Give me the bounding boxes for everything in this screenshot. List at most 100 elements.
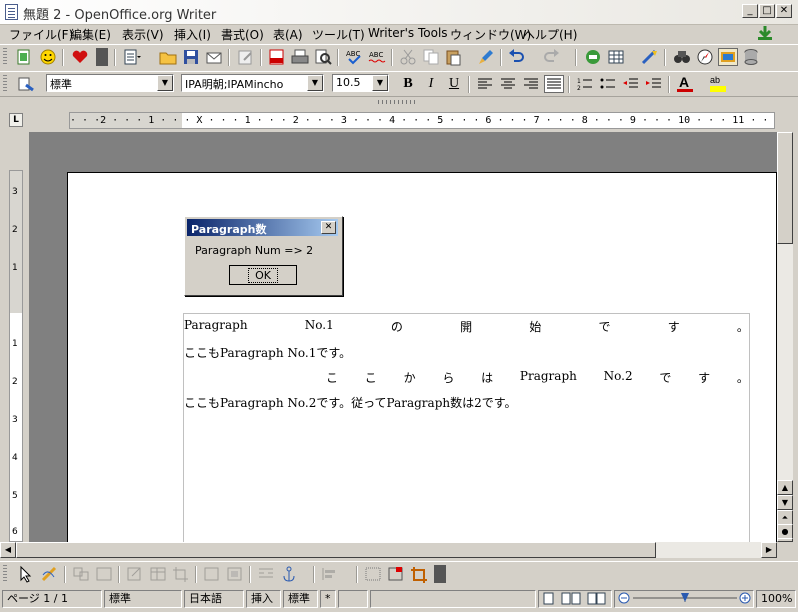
open-folder-icon[interactable] (158, 48, 178, 66)
vertical-scrollbar[interactable]: ▲ ▼ ⏶ ● (777, 132, 793, 542)
redo-icon[interactable] (541, 48, 561, 66)
copy-icon[interactable] (421, 48, 441, 66)
menu-table[interactable]: 表(A) (273, 26, 303, 43)
frame-properties-icon[interactable] (225, 565, 245, 583)
page-indicator[interactable]: ページ 1 / 1 (2, 590, 102, 608)
dropdown-dark-icon[interactable] (96, 48, 108, 66)
smiley-icon[interactable] (38, 48, 58, 66)
paragraph-2-line-1[interactable]: ここからは Pragraph No.2 です。 (184, 369, 749, 386)
previous-page-button[interactable]: ⏶ (777, 510, 793, 525)
wrap-icon[interactable] (256, 565, 276, 583)
toolbar-grip[interactable] (3, 48, 7, 66)
styles-formatting-icon[interactable] (16, 75, 36, 93)
italic-button[interactable]: I (421, 75, 441, 93)
dialog-ok-button[interactable]: OK (229, 265, 297, 285)
paste-icon[interactable] (444, 48, 464, 66)
toolbar-grip[interactable] (3, 75, 7, 93)
selection-mode-indicator[interactable]: 標準 (283, 590, 318, 608)
undo-icon[interactable] (507, 48, 527, 66)
find-replace-icon[interactable] (672, 48, 692, 66)
menu-writers-tools[interactable]: Writer's Tools (368, 26, 448, 40)
menu-edit[interactable]: 編集(E) (70, 26, 111, 43)
paragraph-1-line-2[interactable]: ここもParagraph No.1です。 (184, 344, 351, 361)
minimize-button[interactable]: _ (742, 4, 758, 18)
group-icon[interactable] (71, 565, 91, 583)
menu-file[interactable]: ファイル(F) (9, 26, 73, 43)
zoom-level[interactable]: 100% (756, 590, 796, 608)
increase-indent-icon[interactable] (644, 75, 664, 93)
table-icon[interactable] (606, 48, 626, 66)
horizontal-scrollbar[interactable]: ◀ ▶ (0, 542, 777, 558)
vertical-scroll-thumb[interactable] (777, 132, 793, 244)
grid-icon[interactable] (363, 565, 383, 583)
justify-icon[interactable] (544, 75, 564, 93)
toolbar-grip[interactable] (3, 565, 7, 583)
crop-frame-icon[interactable] (409, 565, 429, 583)
new-document-icon[interactable] (14, 48, 34, 66)
scroll-right-button[interactable]: ▶ (761, 542, 777, 558)
document-page[interactable]: Paragraph No.1 の開始です。 ここもParagraph No.1です。… (67, 172, 777, 542)
font-color-icon[interactable]: A (675, 74, 695, 93)
horizontal-scroll-thumb[interactable] (16, 542, 656, 558)
heart-icon[interactable] (70, 48, 90, 66)
new-document-dropdown-icon[interactable] (122, 48, 142, 66)
paragraph-1-line-1[interactable]: Paragraph No.1 の開始です。 (184, 318, 749, 335)
numbering-icon[interactable]: 12 (575, 75, 595, 93)
horizontal-ruler[interactable]: · · ·2 · · · 1 · · · X · · · 1 · · · 2 ·… (69, 112, 775, 129)
view-layout-selector[interactable] (538, 590, 612, 608)
ungroup-icon[interactable] (94, 565, 114, 583)
decrease-indent-icon[interactable] (621, 75, 641, 93)
menu-tools[interactable]: ツール(T) (312, 26, 365, 43)
navigator-icon[interactable] (695, 48, 715, 66)
format-paintbrush-icon[interactable] (476, 48, 496, 66)
edit-object-icon[interactable] (202, 565, 222, 583)
update-download-icon[interactable] (756, 25, 774, 41)
spellcheck-icon[interactable]: ABC (344, 48, 364, 66)
dialog-title-bar[interactable]: Paragraph数 ✕ (187, 219, 338, 236)
export-pdf-icon[interactable] (267, 48, 287, 66)
digital-signature-indicator[interactable] (338, 590, 368, 608)
menu-help[interactable]: ヘルプ(H) (523, 26, 577, 43)
show-draw-functions-icon[interactable] (640, 48, 660, 66)
edit-group-icon[interactable] (125, 565, 145, 583)
align-right-icon[interactable] (521, 75, 541, 93)
next-page-button[interactable] (777, 538, 793, 542)
paragraph-2-line-2[interactable]: ここもParagraph No.2です。従ってParagraph数は2です。 (184, 394, 517, 411)
save-icon[interactable] (181, 48, 201, 66)
language-indicator[interactable]: 日本語 (184, 590, 244, 608)
print-icon[interactable] (290, 48, 310, 66)
autospellcheck-icon[interactable]: ABC (367, 48, 387, 66)
paragraph-style-combo[interactable]: 標準 ▼ (46, 74, 174, 92)
scroll-up-button[interactable]: ▲ (777, 480, 793, 495)
font-name-combo[interactable]: IPA明朝;IPAMincho ▼ (181, 74, 324, 92)
edit-file-icon[interactable] (236, 48, 256, 66)
menu-format[interactable]: 書式(O) (221, 26, 264, 43)
print-preview-icon[interactable] (313, 48, 333, 66)
font-size-combo[interactable]: 10.5 ▼ (332, 74, 389, 92)
chevron-down-icon[interactable]: ▼ (157, 75, 173, 91)
insert-mode-indicator[interactable]: 挿入 (246, 590, 281, 608)
align-objects-icon[interactable] (320, 565, 340, 583)
email-icon[interactable] (204, 48, 224, 66)
document-area[interactable]: Paragraph No.1 の開始です。 ここもParagraph No.1です。… (29, 132, 777, 542)
insert-frame-icon[interactable] (386, 565, 406, 583)
navigation-icon[interactable]: ● (777, 524, 793, 539)
scroll-down-button[interactable]: ▼ (777, 495, 793, 510)
align-center-icon[interactable] (498, 75, 518, 93)
close-button[interactable]: ✕ (776, 4, 792, 18)
menu-insert[interactable]: 挿入(I) (174, 26, 211, 43)
highlighting-icon[interactable]: ab (708, 75, 728, 93)
bold-button[interactable]: B (398, 75, 418, 93)
crop-icon[interactable] (171, 565, 191, 583)
table-properties-icon[interactable] (148, 565, 168, 583)
tab-stop-selector[interactable]: L (9, 113, 23, 127)
function-icon[interactable] (583, 48, 603, 66)
data-sources-icon[interactable] (741, 48, 761, 66)
page-style-indicator[interactable]: 標準 (104, 590, 182, 608)
menu-window[interactable]: ウィンドウ(W) (450, 26, 531, 43)
select-arrow-icon[interactable] (16, 565, 36, 583)
cut-icon[interactable] (398, 48, 418, 66)
menu-view[interactable]: 表示(V) (122, 26, 164, 43)
text-body[interactable]: Paragraph No.1 の開始です。 ここもParagraph No.1です。… (183, 313, 750, 542)
document-modified-indicator[interactable]: * (320, 590, 336, 608)
